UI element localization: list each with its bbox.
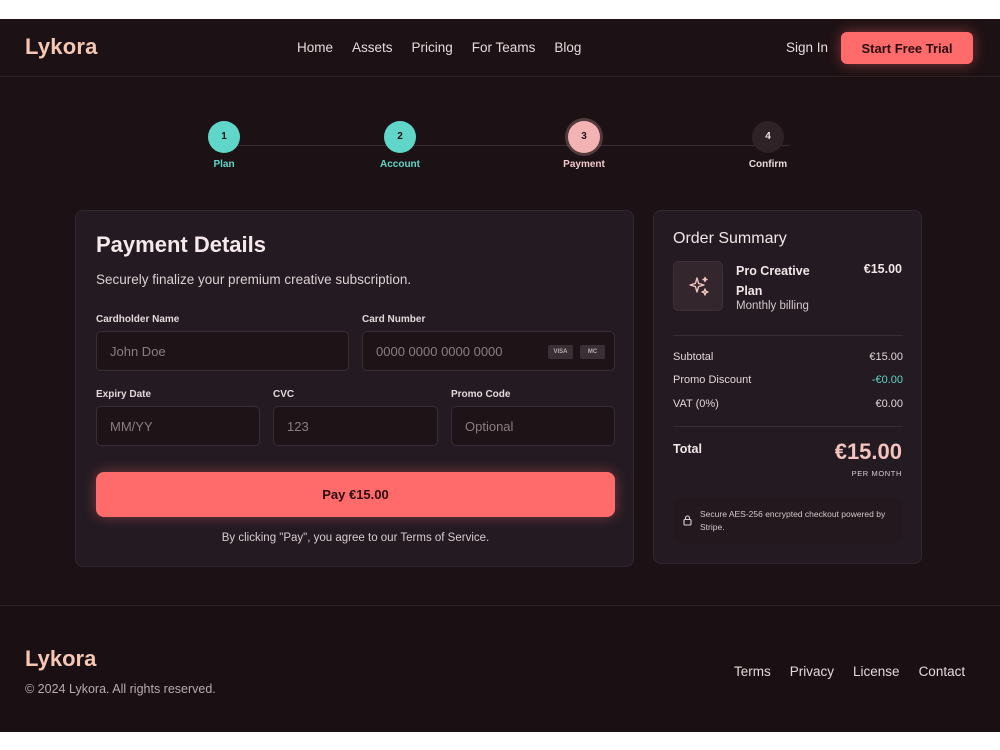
nav-for-teams[interactable]: For Teams	[472, 40, 536, 55]
payment-details-panel: Payment Details Securely finalize your p…	[75, 210, 634, 567]
nav-pricing[interactable]: Pricing	[412, 40, 453, 55]
expiry-date-input[interactable]	[97, 407, 259, 445]
footer-terms-link[interactable]: Terms	[734, 664, 771, 679]
nav-home[interactable]: Home	[297, 40, 333, 55]
nav-assets[interactable]: Assets	[352, 40, 393, 55]
secure-text: Secure AES-256 encrypted checkout powere…	[700, 509, 886, 532]
pay-button[interactable]: Pay €15.00	[96, 472, 615, 517]
site-footer: Lykora © 2024 Lykora. All rights reserve…	[0, 605, 1000, 732]
payment-title: Payment Details	[96, 232, 266, 257]
nav-blog[interactable]: Blog	[554, 40, 581, 55]
step-label: Account	[380, 159, 420, 170]
row-label: Promo Discount	[673, 374, 752, 386]
footer-privacy-link[interactable]: Privacy	[790, 664, 834, 679]
sign-in-link[interactable]: Sign In	[786, 40, 828, 55]
row-label: VAT (0%)	[673, 398, 719, 410]
step-number: 2	[384, 121, 416, 153]
promo-discount-row: Promo Discount -€0.00	[673, 374, 903, 386]
summary-title: Order Summary	[673, 230, 787, 247]
promo-label: Promo Code	[451, 389, 511, 400]
step-confirm[interactable]: 4 Confirm	[723, 121, 813, 170]
plan-billing: Monthly billing	[736, 300, 809, 312]
row-value: -€0.00	[871, 374, 903, 386]
footer-license-link[interactable]: License	[853, 664, 900, 679]
lock-icon	[683, 515, 692, 526]
step-label: Payment	[563, 159, 605, 170]
row-value: €15.00	[869, 351, 903, 363]
cardholder-label: Cardholder Name	[96, 314, 180, 325]
footer-contact-link[interactable]: Contact	[919, 664, 966, 679]
card-number-label: Card Number	[362, 314, 426, 325]
total-label: Total	[673, 442, 702, 456]
terms-note: By clicking "Pay", you agree to our Term…	[221, 532, 490, 544]
payment-subtitle: Securely finalize your premium creative …	[96, 272, 412, 287]
step-label: Confirm	[748, 159, 788, 170]
total-period: PER MONTH	[851, 469, 902, 478]
card-brand-badges: VISA MC	[548, 345, 605, 359]
step-label: Plan	[213, 159, 235, 170]
row-label: Subtotal	[673, 351, 714, 363]
plan-price: €15.00	[863, 262, 902, 276]
visa-icon: VISA	[548, 345, 573, 359]
order-summary-panel: Order Summary Pro Creative Plan Monthly …	[653, 210, 922, 564]
step-plan[interactable]: 1 Plan	[179, 121, 269, 170]
main-nav: Home Assets Pricing For Teams Blog	[297, 40, 581, 55]
cvc-label: CVC	[273, 389, 295, 400]
mastercard-icon: MC	[580, 345, 605, 359]
app-frame: Lykora Home Assets Pricing For Teams Blo…	[0, 19, 1000, 732]
checkout-stepper: 1 Plan 2 Account 3 Payment 4 Confirm	[0, 121, 1000, 181]
plan-icon-tile	[673, 261, 723, 311]
brand-logo[interactable]: Lykora	[25, 34, 98, 60]
cardholder-field-wrap	[96, 331, 349, 371]
promo-code-input[interactable]	[452, 407, 614, 445]
step-number: 3	[568, 121, 600, 153]
footer-logo[interactable]: Lykora	[25, 646, 96, 672]
card-number-field-wrap: VISA MC	[362, 331, 615, 371]
plan-name: Pro Creative Plan	[736, 264, 810, 298]
secure-checkout-note: Secure AES-256 encrypted checkout powere…	[673, 498, 903, 543]
step-number: 4	[752, 121, 784, 153]
stepper-line	[224, 145, 790, 146]
step-account[interactable]: 2 Account	[355, 121, 445, 170]
total-amount: €15.00	[834, 439, 902, 464]
expiry-field-wrap	[96, 406, 260, 446]
expiry-label: Expiry Date	[96, 389, 152, 400]
sparkles-icon	[689, 276, 709, 296]
summary-divider	[673, 426, 903, 427]
copyright: © 2024 Lykora. All rights reserved.	[25, 682, 216, 696]
cvc-input[interactable]	[274, 407, 437, 445]
vat-row: VAT (0%) €0.00	[673, 398, 903, 410]
start-free-trial-button[interactable]: Start Free Trial	[841, 32, 973, 64]
promo-field-wrap	[451, 406, 615, 446]
subtotal-row: Subtotal €15.00	[673, 351, 903, 363]
row-value: €0.00	[875, 398, 903, 410]
footer-links: Terms Privacy License Contact	[734, 664, 965, 679]
step-payment[interactable]: 3 Payment	[539, 121, 629, 170]
cardholder-name-input[interactable]	[97, 332, 348, 370]
cvc-field-wrap	[273, 406, 438, 446]
step-number: 1	[208, 121, 240, 153]
site-header: Lykora Home Assets Pricing For Teams Blo…	[0, 19, 1000, 77]
summary-divider	[673, 335, 903, 336]
